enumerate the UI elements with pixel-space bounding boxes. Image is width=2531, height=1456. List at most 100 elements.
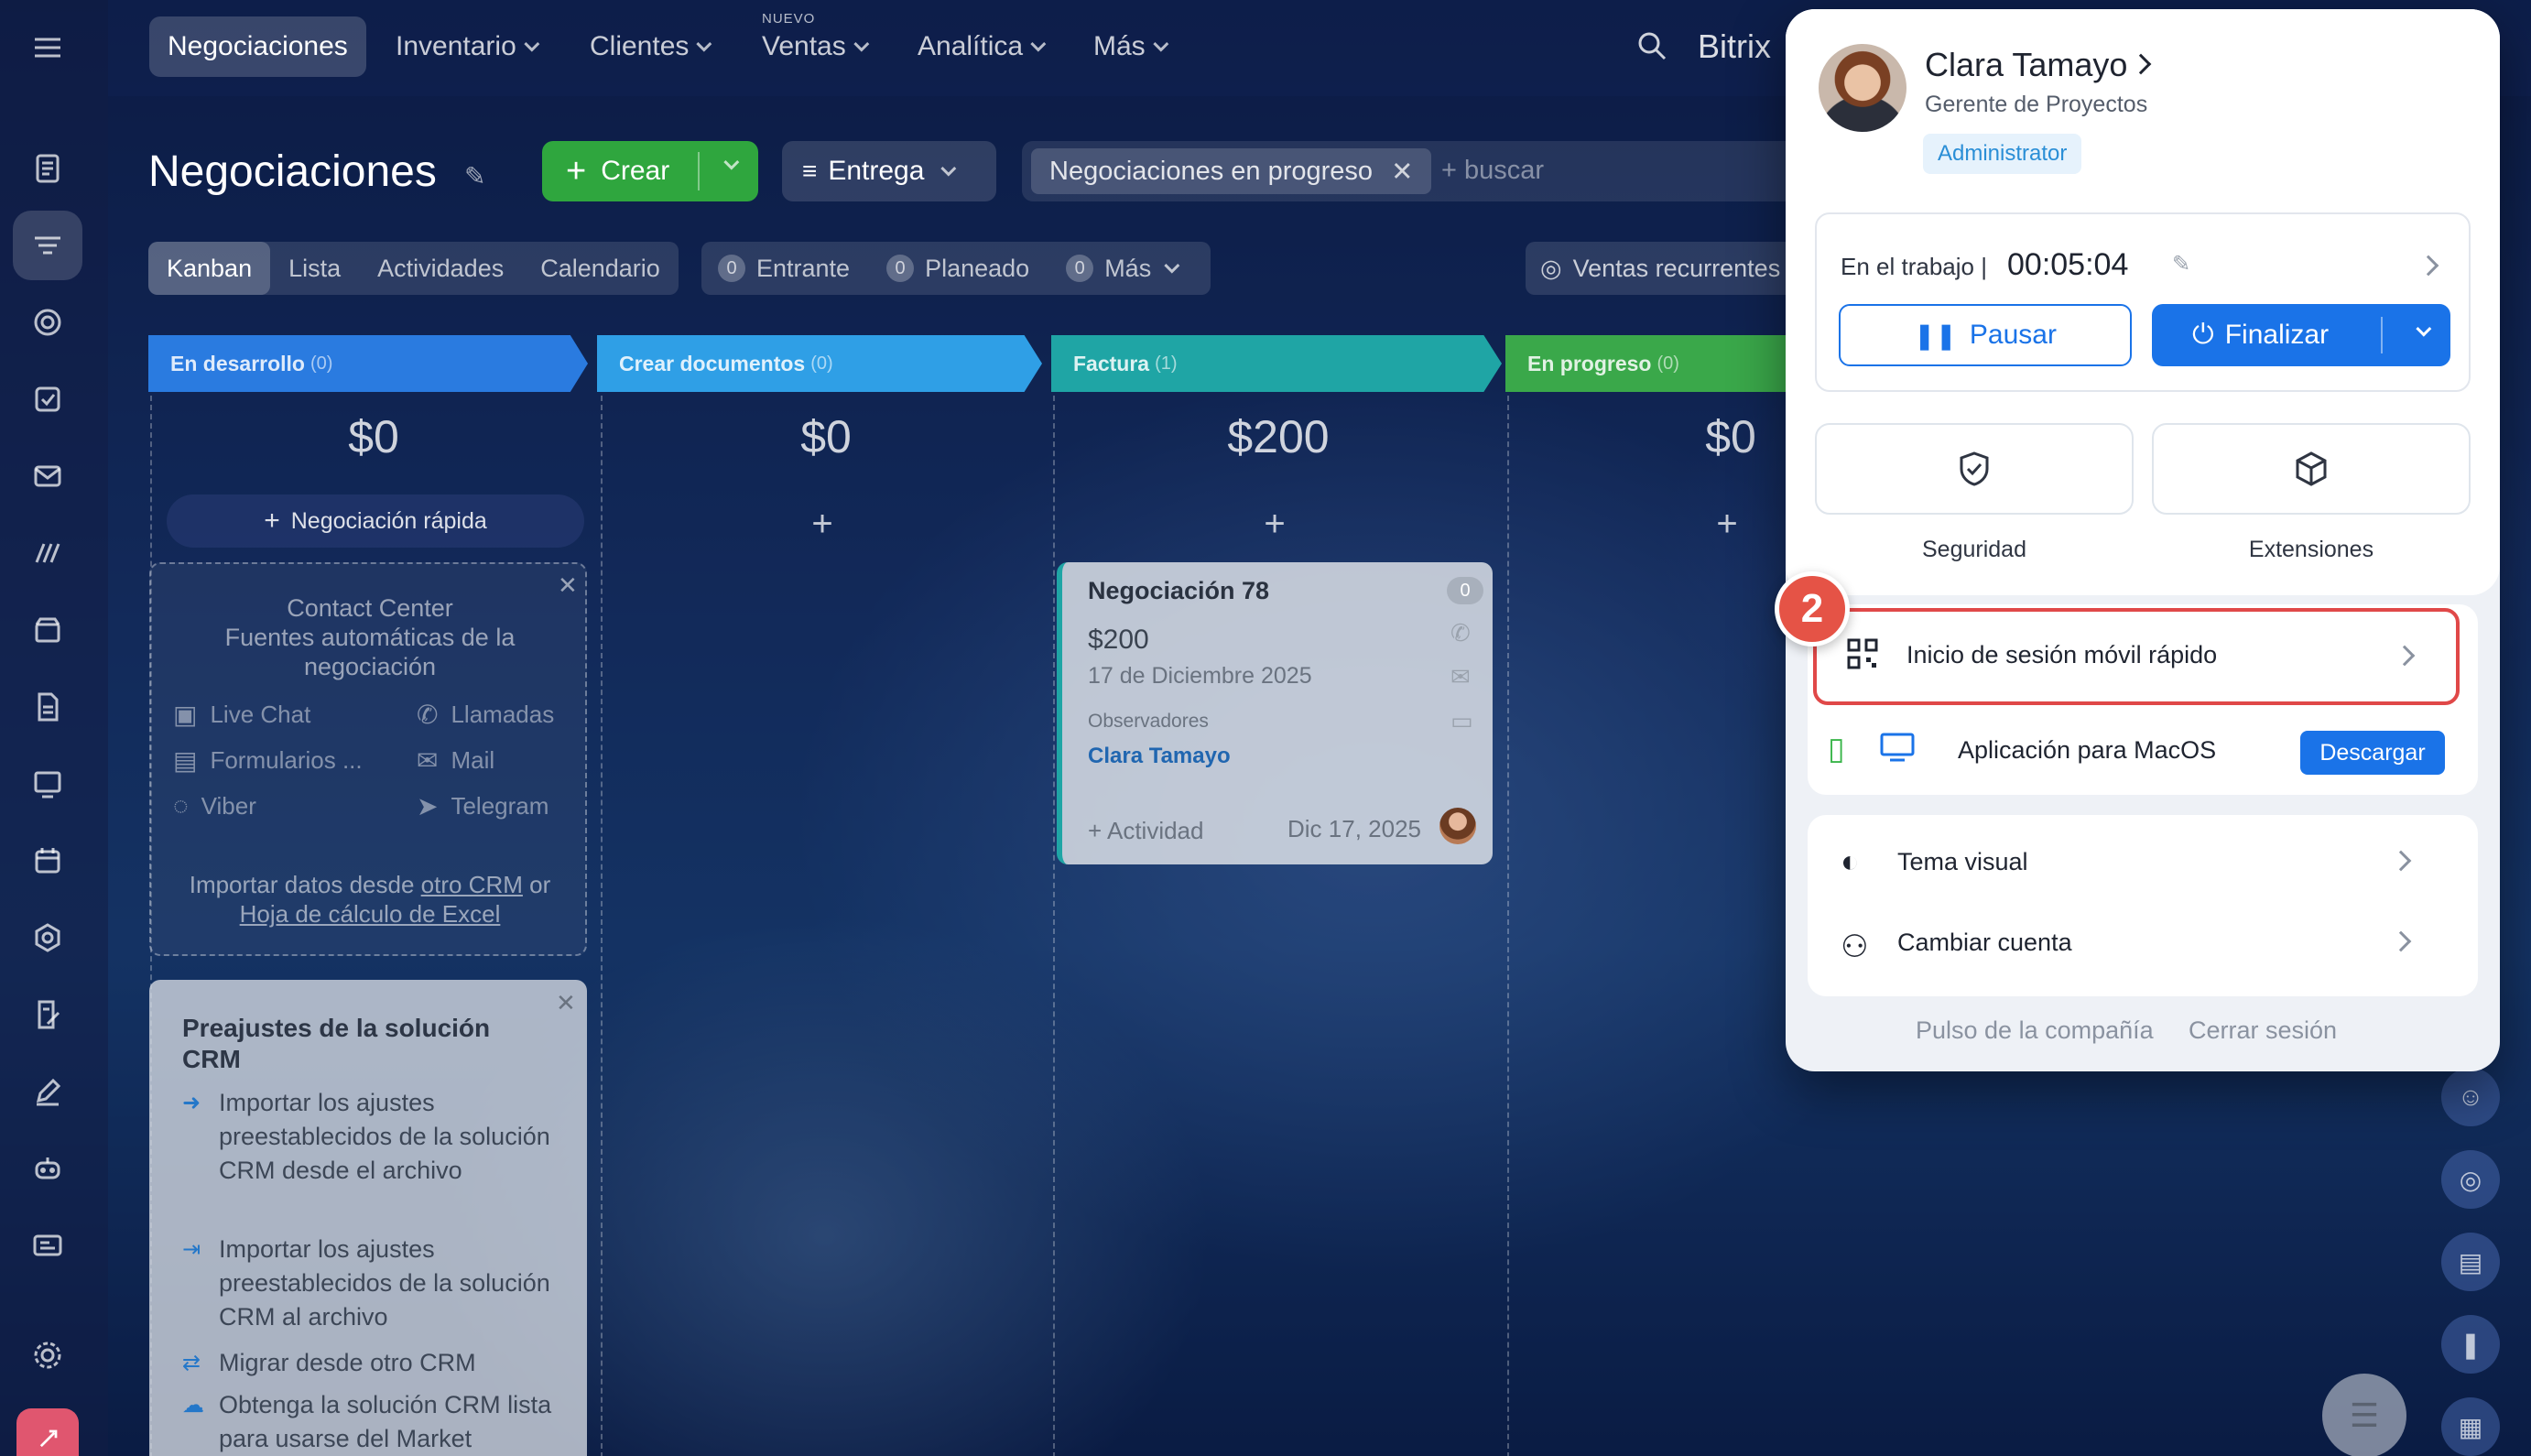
- nav-clientes[interactable]: Clientes: [590, 16, 712, 77]
- tab-actividades[interactable]: Actividades: [359, 242, 522, 295]
- chat-fab-button[interactable]: ☰: [2322, 1374, 2406, 1456]
- hexagon-icon[interactable]: [13, 903, 82, 972]
- security-tile[interactable]: [1815, 423, 2134, 515]
- avatar[interactable]: [1819, 44, 1906, 132]
- phone-icon[interactable]: ✆: [1450, 619, 1471, 647]
- copilot-icon[interactable]: [13, 1134, 82, 1203]
- recurring-sales-button[interactable]: ◎ Ventas recurrentes: [1526, 242, 1800, 295]
- export-icon: ⇥: [182, 1237, 201, 1262]
- stage-header[interactable]: En progreso (0): [1505, 335, 1798, 392]
- bookmark-icon[interactable]: ❚: [2441, 1315, 2500, 1374]
- contact-card-icon[interactable]: [13, 1211, 82, 1280]
- pin-icon[interactable]: ✎: [464, 161, 485, 191]
- preset-item[interactable]: ⇥ Importar los ajustes preestablecidos de…: [182, 1233, 567, 1334]
- pause-button[interactable]: ❚❚ Pausar: [1839, 304, 2132, 366]
- add-deal-button[interactable]: +: [612, 504, 1033, 545]
- filter-chip[interactable]: Negociaciones en progreso ✕: [1031, 148, 1432, 194]
- copilot-icon[interactable]: ◎: [2441, 1150, 2500, 1209]
- counter-planeado[interactable]: 0 Planeado: [886, 255, 1029, 283]
- mail-icon[interactable]: ✉: [1450, 663, 1471, 691]
- stage-header[interactable]: En desarrollo (0): [148, 335, 588, 392]
- feed-icon[interactable]: [13, 134, 82, 203]
- tab-lista[interactable]: Lista: [270, 242, 359, 295]
- sign-icon[interactable]: [13, 980, 82, 1049]
- counter-badge: 0: [886, 255, 915, 282]
- avatar[interactable]: ☺: [2441, 1068, 2500, 1126]
- close-icon[interactable]: ✕: [556, 989, 576, 1017]
- cc-mail[interactable]: ✉ Mail: [417, 745, 494, 776]
- preset-item[interactable]: ➜ Importar los ajustes preestablecidos de…: [182, 1086, 567, 1188]
- brand-logo: Bitrix: [1698, 27, 1771, 65]
- logout-link[interactable]: Cerrar sesión: [2189, 1016, 2337, 1045]
- rocket-icon[interactable]: [16, 1408, 79, 1456]
- package-icon: [2296, 451, 2327, 486]
- comment-icon[interactable]: ▭: [1450, 707, 1473, 735]
- chevron-right-icon[interactable]: [2417, 255, 2439, 277]
- edit-icon[interactable]: ✎: [2172, 251, 2190, 277]
- deal-title[interactable]: Negociación 78: [1088, 577, 1269, 605]
- stage-header[interactable]: Crear documentos (0): [597, 335, 1042, 392]
- search-icon[interactable]: [1635, 29, 1668, 67]
- extensions-tile[interactable]: [2152, 423, 2471, 515]
- theme-row[interactable]: ◐ Tema visual: [1808, 815, 2478, 907]
- mobile-icon: ▯: [1828, 732, 1845, 766]
- automation-icon[interactable]: [13, 518, 82, 588]
- profile-name[interactable]: Clara Tamayo: [1925, 46, 2127, 84]
- chat-icon[interactable]: ▤: [2441, 1233, 2500, 1291]
- tab-calendario[interactable]: Calendario: [522, 242, 679, 295]
- sites-icon[interactable]: [13, 749, 82, 819]
- link-other-crm[interactable]: otro CRM: [421, 871, 523, 898]
- switch-account-row[interactable]: ⚇ Cambiar cuenta: [1808, 907, 2478, 996]
- tasks-icon[interactable]: [13, 364, 82, 434]
- close-icon[interactable]: ✕: [1391, 156, 1413, 188]
- nav-mas[interactable]: Más: [1093, 16, 1169, 77]
- create-button[interactable]: + Crear: [542, 141, 758, 201]
- pen-icon[interactable]: [13, 1057, 82, 1126]
- calendar-icon[interactable]: [13, 826, 82, 896]
- tab-kanban[interactable]: Kanban: [148, 242, 271, 295]
- preset-item[interactable]: ⇄ Migrar desde otro CRM: [182, 1346, 567, 1380]
- pipeline-selector[interactable]: ≡ Entrega: [782, 141, 996, 201]
- quick-deal-button[interactable]: + Negociación rápida: [167, 494, 584, 548]
- goals-icon[interactable]: [13, 288, 82, 357]
- download-button[interactable]: Descargar: [2300, 731, 2445, 775]
- document-icon[interactable]: [13, 672, 82, 742]
- nav-negociaciones[interactable]: Negociaciones: [149, 16, 366, 77]
- quick-mobile-login-row[interactable]: Inicio de sesión móvil rápido: [1813, 608, 2460, 705]
- monitor-icon: [1879, 731, 1916, 768]
- plus-icon: +: [566, 151, 587, 190]
- chevron-down-icon[interactable]: [723, 154, 740, 170]
- cc-forms[interactable]: ▤ Formularios ...: [173, 745, 363, 776]
- observer-link[interactable]: Clara Tamayo: [1088, 744, 1231, 769]
- link-excel[interactable]: Hoja de cálculo de Excel: [240, 900, 501, 928]
- avatar[interactable]: [1439, 808, 1476, 844]
- counter-entrante[interactable]: 0 Entrante: [718, 255, 850, 283]
- notes-icon[interactable]: ▦: [2441, 1397, 2500, 1456]
- store-icon[interactable]: [13, 595, 82, 665]
- add-activity[interactable]: + Actividad: [1088, 817, 1203, 845]
- settings-icon[interactable]: [13, 1320, 82, 1390]
- deal-card[interactable]: Negociación 78 0 $200 17 de Diciembre 20…: [1057, 562, 1493, 864]
- nav-analitica[interactable]: Analítica: [918, 16, 1047, 77]
- counter-label: Entrante: [756, 254, 851, 282]
- stage-name: Crear documentos: [619, 351, 806, 375]
- cc-viber[interactable]: ◌ Viber: [173, 791, 256, 820]
- finish-button[interactable]: ⏻ Finalizar: [2152, 304, 2450, 366]
- chevron-right-icon[interactable]: [2130, 53, 2152, 75]
- cc-calls[interactable]: ✆ Llamadas: [417, 700, 554, 730]
- stage-header[interactable]: Factura (1): [1051, 335, 1502, 392]
- add-deal-button[interactable]: +: [1064, 504, 1485, 545]
- chevron-down-icon[interactable]: [2416, 321, 2432, 337]
- crm-icon[interactable]: [13, 211, 82, 280]
- cc-telegram[interactable]: ➤ Telegram: [417, 791, 549, 821]
- company-pulse-link[interactable]: Pulso de la compañía: [1916, 1016, 2154, 1045]
- counter-mas[interactable]: 0 Más: [1066, 255, 1180, 283]
- menu-icon[interactable]: [13, 13, 82, 82]
- nav-inventario[interactable]: Inventario: [396, 16, 540, 77]
- nav-ventas[interactable]: Ventas: [762, 16, 870, 77]
- cc-live-chat[interactable]: ▣ Live Chat: [173, 700, 310, 730]
- import-icon: ➜: [182, 1091, 201, 1115]
- preset-item[interactable]: ☁ Obtenga la solución CRM lista para usar…: [182, 1388, 567, 1456]
- search-input[interactable]: Negociaciones en progreso ✕ + buscar: [1022, 141, 1809, 201]
- mail-icon[interactable]: [13, 441, 82, 511]
